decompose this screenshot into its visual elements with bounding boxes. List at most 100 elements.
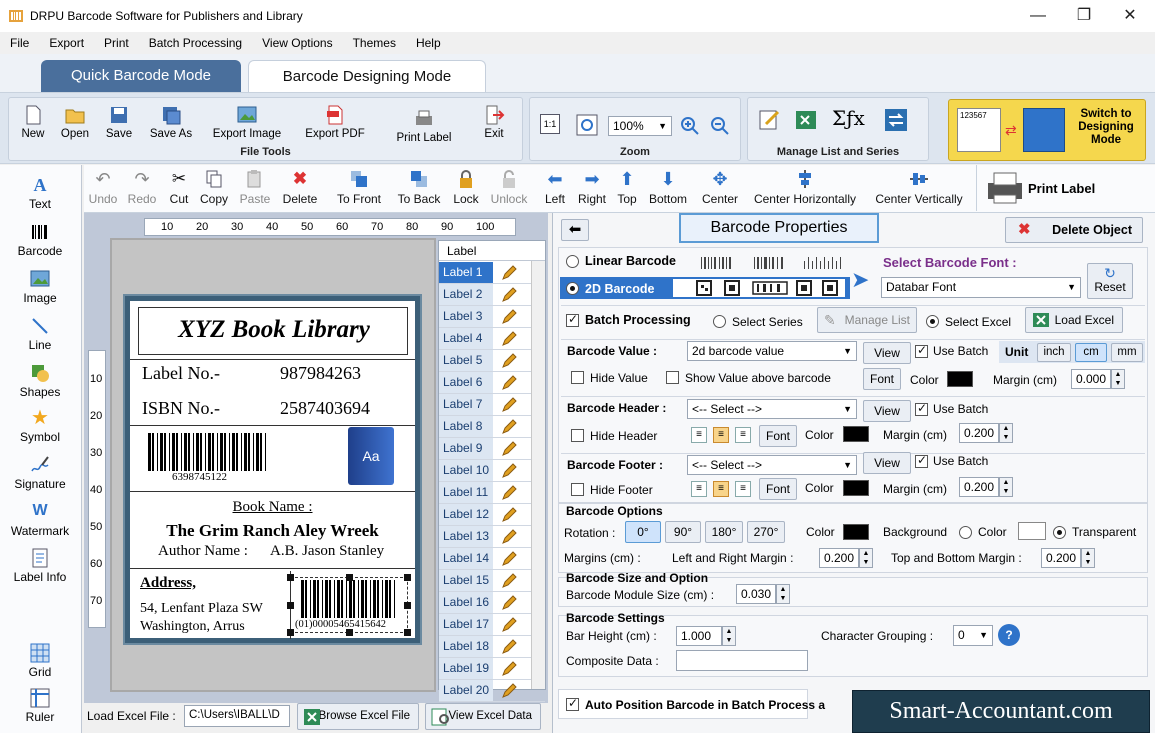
composite-data-input[interactable]	[676, 650, 808, 671]
excel-series-icon[interactable]	[794, 108, 820, 132]
label-name[interactable]: Label 7	[439, 394, 493, 415]
align-right-button[interactable]: ➡ Right	[576, 169, 608, 206]
footer-use-batch-checkbox[interactable]	[915, 453, 928, 468]
browse-excel-button[interactable]: Browse Excel File	[297, 703, 419, 730]
tool-text[interactable]: A Text	[0, 175, 80, 211]
maximize-button[interactable]: ❐	[1061, 0, 1107, 32]
label-no-value[interactable]: 987984263	[280, 363, 361, 384]
footer-margin-spinner[interactable]: ▲ ▼	[999, 477, 1013, 497]
pencil-icon[interactable]	[501, 287, 517, 303]
pencil-icon[interactable]	[501, 463, 517, 479]
resize-handle[interactable]	[404, 574, 411, 581]
label-list-item[interactable]: Label 5	[439, 350, 545, 372]
pencil-icon[interactable]	[501, 507, 517, 523]
align-bottom-button[interactable]: ⬇ Bottom	[646, 169, 690, 206]
actual-size-button[interactable]: 1:1	[540, 114, 560, 134]
select-series-radio[interactable]	[713, 315, 726, 328]
label-name[interactable]: Label 19	[439, 658, 493, 679]
label-name[interactable]: Label 13	[439, 526, 493, 547]
align-right-icon[interactable]: ≡	[735, 481, 751, 497]
pencil-icon[interactable]	[501, 595, 517, 611]
switch-designing-mode-button[interactable]: 123567 ⇄ Switch to Designing Mode	[948, 99, 1146, 161]
label-no-key[interactable]: Label No.-	[142, 363, 220, 384]
background-color-swatch[interactable]	[1018, 522, 1046, 540]
tool-label-info[interactable]: Label Info	[0, 548, 80, 584]
auto-position-label[interactable]: Auto Position Barcode in Batch Process a	[585, 698, 825, 712]
pencil-icon[interactable]	[501, 683, 517, 699]
pencil-icon[interactable]	[501, 617, 517, 633]
align-center-icon[interactable]: ≡	[713, 427, 729, 443]
paste-button[interactable]: Paste	[238, 169, 272, 206]
value-view-button[interactable]: View	[863, 342, 911, 364]
author-value[interactable]: A.B. Jason Stanley	[270, 543, 384, 560]
value-use-batch-label[interactable]: Use Batch	[933, 344, 988, 358]
label-list-item[interactable]: Label 9	[439, 438, 545, 460]
label-list-item[interactable]: Label 7	[439, 394, 545, 416]
header-margin-input[interactable]: 0.200	[959, 423, 999, 443]
rotation-90-button[interactable]: 90°	[665, 521, 701, 543]
formula-icon[interactable]: Σƒx	[832, 106, 865, 130]
rotation-0-button[interactable]: 0°	[625, 521, 661, 543]
tool-shapes[interactable]: Shapes	[0, 363, 80, 399]
resize-handle[interactable]	[346, 629, 353, 636]
label-name[interactable]: Label 17	[439, 614, 493, 635]
label-list-item[interactable]: Label 8	[439, 416, 545, 438]
menu-help[interactable]: Help	[406, 32, 451, 50]
select-series-label[interactable]: Select Series	[732, 315, 803, 329]
cut-button[interactable]: ✂ Cut	[166, 169, 192, 206]
header-use-batch-label[interactable]: Use Batch	[933, 402, 988, 416]
label-list-item[interactable]: Label 2	[439, 284, 545, 306]
print-label-button[interactable]: Print Label	[389, 108, 459, 144]
export-image-button[interactable]: Export Image	[205, 104, 289, 140]
align-right-icon[interactable]: ≡	[735, 427, 751, 443]
resize-handle[interactable]	[287, 602, 294, 609]
module-size-spinner[interactable]: ▲ ▼	[776, 584, 790, 604]
left-right-margin-spinner[interactable]: ▲ ▼	[859, 548, 873, 568]
pencil-icon[interactable]	[501, 529, 517, 545]
zoom-in-icon[interactable]	[680, 116, 700, 136]
pencil-icon[interactable]	[501, 309, 517, 325]
resize-handle[interactable]	[404, 629, 411, 636]
pencil-icon[interactable]	[501, 485, 517, 501]
transparent-label[interactable]: Transparent	[1072, 525, 1136, 539]
label-list-item[interactable]: Label 13	[439, 526, 545, 548]
tab-barcode-designing-mode[interactable]: Barcode Designing Mode	[248, 60, 486, 92]
pencil-icon[interactable]	[501, 331, 517, 347]
header-font-button[interactable]: Font	[759, 425, 797, 447]
align-left-button[interactable]: ⬅ Left	[540, 169, 570, 206]
label-name[interactable]: Label 10	[439, 460, 493, 481]
author-key[interactable]: Author Name :	[158, 543, 248, 560]
align-left-icon[interactable]: ≡	[691, 427, 707, 443]
pencil-icon[interactable]	[501, 573, 517, 589]
hide-footer-label[interactable]: Hide Footer	[590, 483, 653, 497]
rotation-270-button[interactable]: 270°	[747, 521, 785, 543]
pencil-icon[interactable]	[501, 441, 517, 457]
linear-barcode-label[interactable]: Linear Barcode	[585, 254, 676, 268]
undo-button[interactable]: ↶ Undo	[88, 169, 118, 206]
top-bottom-margin-spinner[interactable]: ▲ ▼	[1081, 548, 1095, 568]
label-list-item[interactable]: Label 3	[439, 306, 545, 328]
center-button[interactable]: ✥ Center	[698, 169, 742, 206]
menu-batch-processing[interactable]: Batch Processing	[139, 32, 252, 50]
linear-barcode-radio[interactable]	[566, 255, 579, 268]
character-grouping-select[interactable]: 0 ▼	[953, 625, 993, 646]
label-list-item[interactable]: Label 19	[439, 658, 545, 680]
label-list-item[interactable]: Label 17	[439, 614, 545, 636]
footer-view-button[interactable]: View	[863, 452, 911, 474]
resize-handle[interactable]	[404, 602, 411, 609]
new-button[interactable]: New	[17, 104, 49, 140]
pencil-icon[interactable]	[501, 551, 517, 567]
tool-line[interactable]: Line	[0, 316, 80, 352]
tool-symbol[interactable]: ★ Symbol	[0, 408, 80, 444]
unit-cm-button[interactable]: cm	[1075, 343, 1107, 362]
excel-path-input[interactable]: C:\Users\IBALL\D	[184, 705, 290, 727]
selected-barcode-object[interactable]: (01)00005465415642	[287, 574, 411, 636]
copy-button[interactable]: Copy	[198, 169, 230, 206]
book-icon[interactable]: Aa	[348, 427, 394, 485]
label-list-item[interactable]: Label 15	[439, 570, 545, 592]
label-list-item[interactable]: Label 4	[439, 328, 545, 350]
label-name[interactable]: Label 3	[439, 306, 493, 327]
select-excel-label[interactable]: Select Excel	[945, 315, 1011, 329]
label-name[interactable]: Label 20	[439, 680, 493, 701]
exit-button[interactable]: Exit	[477, 104, 511, 140]
